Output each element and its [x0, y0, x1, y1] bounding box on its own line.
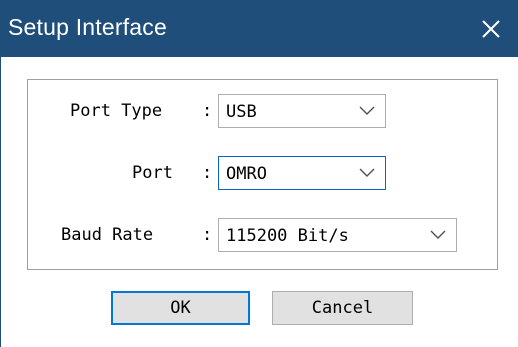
baud-rate-colon: : [202, 225, 213, 245]
setup-interface-dialog: Setup Interface Port Type : USB Port : O… [0, 0, 518, 347]
port-label: Port [132, 163, 173, 183]
baud-rate-label: Baud Rate [61, 225, 154, 245]
settings-group: Port Type : USB Port : OMRO Baud Rate : [27, 79, 498, 270]
chevron-down-icon [359, 106, 375, 116]
dialog-title: Setup Interface [8, 14, 167, 40]
close-icon [471, 10, 511, 48]
chevron-down-icon [430, 230, 446, 240]
port-value: OMRO [226, 164, 267, 184]
port-type-label: Port Type [70, 101, 163, 121]
port-type-select[interactable]: USB [218, 94, 386, 128]
port-type-value: USB [226, 102, 257, 122]
cancel-button[interactable]: Cancel [272, 291, 413, 325]
port-colon: : [202, 163, 213, 183]
title-bar[interactable]: Setup Interface [1, 0, 518, 57]
close-button[interactable] [471, 10, 511, 48]
baud-rate-value: 115200 Bit/s [226, 226, 349, 246]
port-type-colon: : [202, 101, 213, 121]
port-select[interactable]: OMRO [218, 156, 386, 190]
baud-rate-select[interactable]: 115200 Bit/s [218, 218, 457, 252]
chevron-down-icon [359, 168, 375, 178]
ok-button[interactable]: OK [111, 291, 250, 325]
